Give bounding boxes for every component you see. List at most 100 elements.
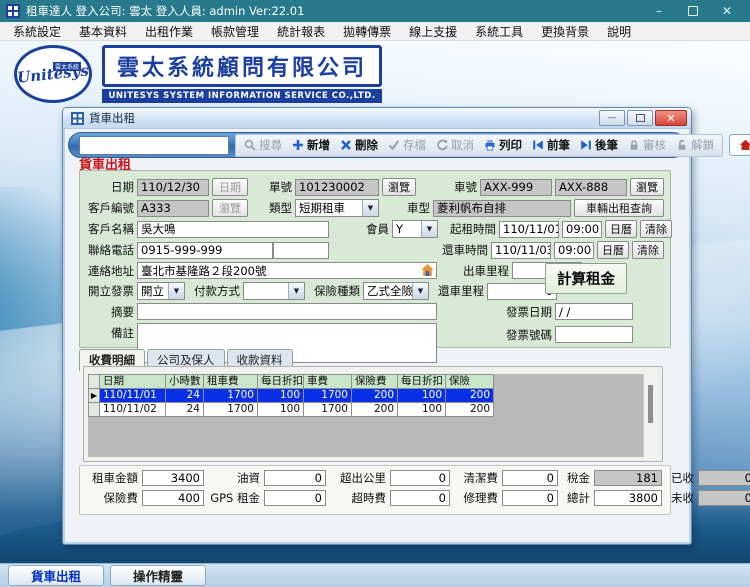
plate2-field[interactable]: AXX-888 bbox=[555, 179, 627, 196]
customer-no-field[interactable]: A333 bbox=[137, 200, 209, 217]
start-time-label: 起租時間 bbox=[444, 221, 496, 237]
map-home-icon[interactable] bbox=[420, 263, 435, 277]
invoice-no-field[interactable] bbox=[555, 326, 633, 343]
total-field[interactable]: 3800 bbox=[594, 490, 662, 506]
menu-accounts[interactable]: 帳款管理 bbox=[202, 23, 268, 40]
memo-field[interactable] bbox=[137, 303, 437, 320]
phone-field[interactable]: 0915-999-999 bbox=[137, 242, 273, 259]
chevron-down-icon[interactable]: ▼ bbox=[421, 221, 437, 237]
child-minimize-icon[interactable]: — bbox=[599, 110, 625, 126]
menu-reports[interactable]: 統計報表 bbox=[268, 23, 334, 40]
taskbar-item-wizard[interactable]: 操作精靈 bbox=[110, 565, 206, 586]
date-picker-button[interactable]: 日期 bbox=[212, 178, 248, 196]
gps-rent-label: GPS 租金 bbox=[208, 490, 260, 506]
menu-online-support[interactable]: 線上支援 bbox=[400, 23, 466, 40]
calculate-rent-button[interactable]: 計算租金 bbox=[545, 263, 627, 294]
table-scrollbar[interactable] bbox=[643, 374, 658, 457]
start-clear-button[interactable]: 清除 bbox=[640, 220, 672, 238]
search-button[interactable]: 搜尋 bbox=[239, 135, 287, 156]
fuel-field[interactable]: 0 bbox=[264, 470, 326, 486]
search-input[interactable] bbox=[79, 136, 229, 155]
start-date-field[interactable]: 110/11/01 bbox=[499, 221, 559, 238]
delete-button[interactable]: 刪除 bbox=[335, 135, 383, 156]
chevron-down-icon[interactable]: ▼ bbox=[168, 283, 184, 299]
chevron-down-icon[interactable]: ▼ bbox=[288, 283, 304, 299]
order-browse-button[interactable]: 瀏覽 bbox=[382, 178, 416, 196]
menu-basic-data[interactable]: 基本資料 bbox=[70, 23, 136, 40]
print-button[interactable]: 列印 bbox=[479, 135, 527, 156]
child-titlebar: 貨車出租 — ✕ bbox=[63, 108, 691, 129]
unpaid-label: 未收 bbox=[666, 490, 694, 506]
child-maximize-icon[interactable] bbox=[627, 110, 653, 126]
close-icon[interactable]: ✕ bbox=[710, 0, 744, 22]
next-record-button[interactable]: 後筆 bbox=[575, 135, 623, 156]
cancel-button[interactable]: 取消 bbox=[431, 135, 479, 156]
tax-label: 稅金 bbox=[562, 470, 590, 486]
address-label: 連絡地址 bbox=[88, 263, 134, 279]
customer-browse-button[interactable]: 瀏覽 bbox=[212, 199, 248, 217]
member-dropdown[interactable]: Y ▼ bbox=[392, 220, 438, 238]
menu-rental-ops[interactable]: 出租作業 bbox=[136, 23, 202, 40]
save-button[interactable]: 存檔 bbox=[383, 135, 431, 156]
invoice-date-field[interactable]: / / bbox=[555, 303, 633, 320]
type-dropdown[interactable]: 短期租車 ▼ bbox=[295, 199, 379, 217]
app-icon bbox=[6, 4, 20, 18]
return-clear-button[interactable]: 清除 bbox=[632, 241, 664, 259]
vehicle-rental-query-button[interactable]: 車輛出租查詢 bbox=[574, 199, 664, 217]
minimize-icon[interactable]: – bbox=[642, 0, 676, 22]
model-field[interactable]: 菱利帆布自排 bbox=[433, 200, 571, 217]
scrollbar-thumb[interactable] bbox=[648, 385, 653, 423]
child-close-icon[interactable]: ✕ bbox=[655, 110, 687, 126]
unitesys-logo: Unitesys 雲太系統 bbox=[14, 45, 92, 103]
unlock-button[interactable]: 解鎖 bbox=[671, 135, 719, 156]
return-time-field[interactable]: 09:00 bbox=[554, 242, 594, 259]
logo-small-text: 雲太系統 bbox=[53, 62, 81, 71]
chevron-down-icon[interactable]: ▼ bbox=[412, 283, 428, 299]
cleaning-field[interactable]: 0 bbox=[502, 470, 558, 486]
menu-change-background[interactable]: 更換背景 bbox=[532, 23, 598, 40]
overtime-field[interactable]: 0 bbox=[390, 490, 450, 506]
charge-detail-grid-area: 日期 小時數 租車費 每日折扣 車費 保險費 每日折扣 保險 ▶ 110/11/… bbox=[88, 374, 658, 457]
start-calendar-button[interactable]: 日曆 bbox=[605, 220, 637, 238]
table-row[interactable]: ▶ 110/11/01 24 1700 100 1700 200 100 200 bbox=[89, 389, 494, 403]
maximize-icon[interactable] bbox=[676, 0, 710, 22]
overtime-label: 超時費 bbox=[330, 490, 386, 506]
order-no-field[interactable]: 101230002 bbox=[295, 179, 379, 196]
note-label: 備註 bbox=[88, 325, 134, 341]
menu-help[interactable]: 說明 bbox=[598, 23, 640, 40]
grid-header-row: 日期 小時數 租車費 每日折扣 車費 保險費 每日折扣 保險 bbox=[89, 375, 494, 389]
form-row-3: 客戶名稱 吳大鳴 會員 Y ▼ 起租時間 110/11/01 09:00 日曆 … bbox=[88, 220, 664, 238]
gps-rent-field[interactable]: 0 bbox=[264, 490, 326, 506]
return-date-field[interactable]: 110/11/03 bbox=[491, 242, 551, 259]
payment-dropdown[interactable]: ▼ bbox=[243, 282, 305, 300]
customer-name-field[interactable]: 吳大鳴 bbox=[137, 221, 329, 238]
audit-button[interactable]: 審核 bbox=[623, 135, 671, 156]
return-calendar-button[interactable]: 日曆 bbox=[597, 241, 629, 259]
insurance-fee-field[interactable]: 400 bbox=[142, 490, 204, 506]
application-window: 租車達人 登入公司: 雲太 登入人員: admin Ver:22.01 – ✕ … bbox=[0, 0, 750, 587]
menu-vouchers[interactable]: 拋轉傳票 bbox=[334, 23, 400, 40]
plate1-field[interactable]: AXX-999 bbox=[480, 179, 552, 196]
previous-record-button[interactable]: 前筆 bbox=[527, 135, 575, 156]
address-field[interactable]: 臺北市基隆路２段200號 bbox=[137, 262, 437, 279]
repair-label: 修理費 bbox=[454, 490, 498, 506]
menu-system-tools[interactable]: 系統工具 bbox=[466, 23, 532, 40]
menu-system-settings[interactable]: 系統設定 bbox=[4, 23, 70, 40]
over-km-field[interactable]: 0 bbox=[390, 470, 450, 486]
insurance-type-dropdown[interactable]: 乙式全險 ▼ bbox=[363, 282, 429, 300]
repair-field[interactable]: 0 bbox=[502, 490, 558, 506]
invoice-no-label: 發票號碼 bbox=[500, 327, 552, 343]
start-time-field[interactable]: 09:00 bbox=[562, 221, 602, 238]
cleaning-label: 清潔費 bbox=[454, 470, 498, 486]
rent-amount-field[interactable]: 3400 bbox=[142, 470, 204, 486]
add-button[interactable]: 新增 bbox=[287, 135, 335, 156]
home-button[interactable]: 首頁 bbox=[729, 134, 750, 156]
table-row[interactable]: 110/11/02 24 1700 100 1700 200 100 200 bbox=[89, 403, 494, 417]
date-field[interactable]: 110/12/30 bbox=[137, 179, 209, 196]
phone-ext-field[interactable] bbox=[273, 242, 329, 259]
invoice-issue-dropdown[interactable]: 開立 ▼ bbox=[137, 282, 185, 300]
plate-browse-button[interactable]: 瀏覽 bbox=[630, 178, 664, 196]
col-daily-discount: 每日折扣 bbox=[258, 375, 304, 389]
taskbar-item-truck-rental[interactable]: 貨車出租 bbox=[8, 565, 104, 586]
chevron-down-icon[interactable]: ▼ bbox=[362, 200, 378, 216]
